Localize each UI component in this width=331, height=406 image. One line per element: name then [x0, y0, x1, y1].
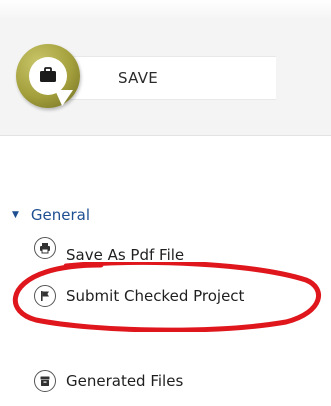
- save-icon-tail: [55, 90, 73, 106]
- general-section-toggle[interactable]: ▼ General: [12, 205, 90, 225]
- save-icon-badge[interactable]: [16, 44, 80, 108]
- submit-checked-project-item[interactable]: Submit Checked Project: [34, 283, 244, 309]
- panel-top-fade: [0, 0, 331, 20]
- save-button[interactable]: SAVE: [48, 56, 276, 100]
- printer-icon: [34, 237, 56, 259]
- briefcase-icon: [40, 67, 56, 82]
- generated-files-item[interactable]: Generated Files: [34, 368, 183, 394]
- general-section-label: General: [30, 206, 91, 224]
- submit-checked-project-label: Submit Checked Project: [66, 287, 245, 305]
- save-panel: SAVE: [0, 0, 331, 136]
- archive-icon: [34, 370, 56, 392]
- save-label: SAVE: [118, 69, 159, 87]
- save-as-pdf-label: Save As Pdf File: [66, 246, 185, 263]
- flag-icon: [34, 285, 56, 307]
- generated-files-label: Generated Files: [66, 372, 184, 390]
- caret-down-icon: ▼: [12, 210, 19, 220]
- save-as-pdf-item[interactable]: Save As Pdf File: [34, 233, 184, 263]
